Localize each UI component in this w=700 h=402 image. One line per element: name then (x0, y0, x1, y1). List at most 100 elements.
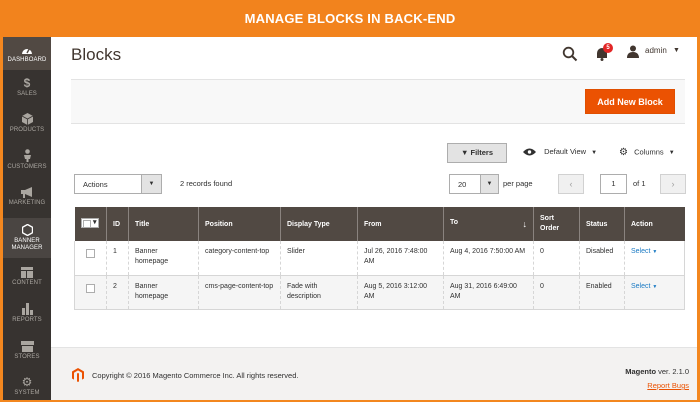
table-header-row: ID Title Position Display Type From To↓ … (74, 207, 685, 241)
next-page-button[interactable]: › (660, 174, 686, 194)
column-header-to[interactable]: To ↓ (443, 207, 534, 241)
row-action-select[interactable]: Select ▼ (631, 248, 657, 255)
sidebar-item-label: SYSTEM (14, 390, 40, 396)
gear-icon: ⚙ (619, 147, 628, 158)
column-header-action: Action (624, 207, 685, 241)
sidebar-item-label: REPORTS (12, 317, 42, 323)
admin-frame: DASHBOARD $ SALES PRODUCTS CUSTOMERS MAR… (3, 37, 697, 400)
megaphone-icon (20, 187, 32, 198)
mass-select-checkbox[interactable] (74, 207, 107, 241)
cell-id: 2 (106, 275, 129, 310)
add-new-block-button[interactable]: Add New Block (585, 89, 675, 114)
chevron-down-icon: ▼ (668, 150, 675, 157)
layout-icon (21, 267, 33, 278)
sidebar-item-label: MARKETING (8, 200, 46, 206)
sidebar-item-stores[interactable]: STORES (3, 341, 51, 371)
records-count: 2 records found (180, 179, 233, 188)
chevron-down-icon: ▼ (591, 150, 598, 156)
cell-title: Banner homepage (128, 275, 199, 310)
sidebar-item-label: PRODUCTS (9, 127, 45, 133)
search-icon[interactable] (562, 46, 578, 62)
column-header-display-type[interactable]: Display Type (280, 207, 358, 241)
sidebar-item-label: CONTENT (12, 280, 42, 286)
page-total: of 1 (633, 179, 646, 188)
filter-icon: ▼ (460, 148, 469, 157)
chevron-down-icon: ▼ (652, 249, 658, 255)
eye-icon (523, 148, 536, 156)
mass-actions-value: Actions (83, 180, 108, 189)
sidebar-item-products[interactable]: PRODUCTS (3, 113, 51, 143)
magento-logo-icon (72, 368, 84, 382)
cell-status: Enabled (579, 275, 625, 310)
chevron-down-icon: ▼ (141, 175, 161, 193)
dashboard-icon (22, 48, 32, 54)
chevron-down-icon[interactable]: ▼ (673, 47, 680, 54)
table-row: 2 Banner homepage cms-page-content-top F… (74, 275, 685, 310)
sidebar-item-label: BANNER (14, 238, 40, 244)
previous-page-button[interactable]: ‹ (558, 174, 584, 194)
cell-sort-order: 0 (533, 241, 580, 276)
person-icon (23, 149, 31, 162)
sidebar-item-label: DASHBOARD (7, 57, 47, 63)
view-label: Default View (544, 147, 587, 156)
sidebar-item-label: STORES (14, 354, 40, 360)
copyright-text: Copyright © 2016 Magento Commerce Inc. A… (92, 371, 299, 380)
cell-display-type: Fade with description (280, 275, 358, 310)
mass-actions-select[interactable]: Actions ▼ (74, 174, 162, 194)
cell-sort-order: 0 (533, 275, 580, 310)
column-header-title[interactable]: Title (128, 207, 199, 241)
page-number-input[interactable]: 1 (600, 174, 627, 194)
sidebar-item-customers[interactable]: CUSTOMERS (3, 149, 51, 179)
bar-chart-icon (21, 303, 33, 315)
gear-icon: ⚙ (21, 375, 33, 389)
hexagon-icon (21, 224, 33, 236)
user-icon[interactable] (627, 45, 639, 58)
cell-action: Select ▼ (624, 241, 685, 276)
sidebar-item-system[interactable]: ⚙ SYSTEM (3, 376, 51, 400)
admin-sidebar: DASHBOARD $ SALES PRODUCTS CUSTOMERS MAR… (3, 37, 51, 400)
user-menu[interactable]: admin (645, 46, 667, 55)
column-header-from[interactable]: From (357, 207, 444, 241)
row-action-select[interactable]: Select ▼ (631, 283, 657, 290)
chevron-down-icon: ▼ (480, 175, 498, 193)
per-page-label: per page (503, 179, 533, 188)
cube-icon (21, 113, 33, 125)
sidebar-item-marketing[interactable]: MARKETING (3, 187, 51, 217)
sort-down-arrow-icon: ↓ (522, 219, 528, 229)
row-checkbox[interactable] (86, 249, 95, 258)
column-header-to-label: To (450, 219, 459, 226)
report-bugs-link[interactable]: Report Bugs (647, 381, 689, 390)
cell-to: Aug 4, 2016 7:50:00 AM (443, 241, 534, 276)
cell-action: Select ▼ (624, 275, 685, 310)
cell-to: Aug 31, 2016 6:49:00 AM (443, 275, 534, 310)
version-text: Magento ver. 2.1.0 (625, 367, 689, 376)
cell-status: Disabled (579, 241, 625, 276)
sidebar-item-label-line2: MANAGER (11, 245, 43, 251)
columns-control[interactable]: ⚙ Columns ▼ (619, 147, 675, 158)
dollar-icon: $ (23, 76, 31, 90)
cell-position: cms-page-content-top (198, 275, 281, 310)
sidebar-item-content[interactable]: CONTENT (3, 267, 51, 297)
sidebar-item-sales[interactable]: $ SALES (3, 77, 51, 107)
sidebar-item-dashboard[interactable]: DASHBOARD (3, 37, 51, 70)
column-header-id[interactable]: ID (106, 207, 129, 241)
store-icon (20, 341, 34, 352)
cell-display-type: Slider (280, 241, 358, 276)
sidebar-item-reports[interactable]: REPORTS (3, 303, 51, 333)
filters-button[interactable]: ▼ Filters (447, 143, 507, 163)
row-checkbox-cell (74, 275, 107, 310)
per-page-select[interactable]: 20 ▼ (449, 174, 499, 194)
per-page-value: 20 (458, 180, 467, 189)
page-footer: Copyright © 2016 Magento Commerce Inc. A… (51, 347, 697, 400)
column-header-sort-order[interactable]: Sort Order (533, 207, 580, 241)
columns-label: Columns (634, 147, 664, 157)
column-header-position[interactable]: Position (198, 207, 281, 241)
row-action-label: Select (631, 282, 651, 290)
sidebar-item-banner-manager[interactable]: BANNER MANAGER (3, 218, 51, 258)
sidebar-item-label: CUSTOMERS (7, 164, 47, 170)
view-switcher[interactable]: Default View ▼ (523, 147, 597, 156)
brand-name: Magento (625, 367, 657, 376)
column-header-status[interactable]: Status (579, 207, 625, 241)
row-checkbox[interactable] (86, 283, 95, 293)
row-action-label: Select (631, 248, 651, 255)
